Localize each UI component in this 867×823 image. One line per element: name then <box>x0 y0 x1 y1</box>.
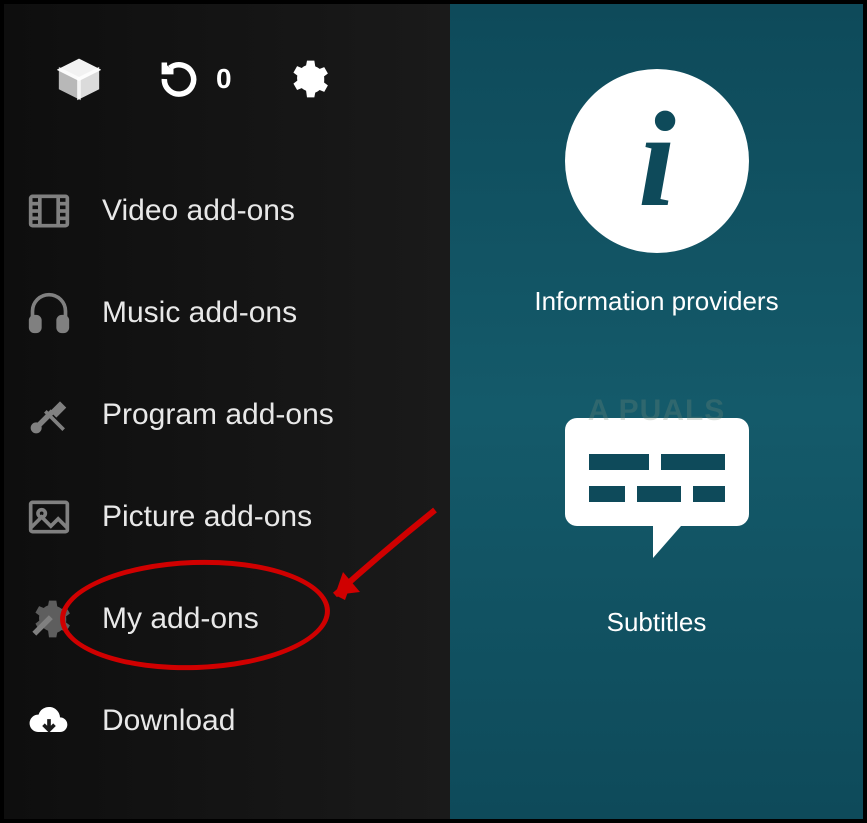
tile-label: Subtitles <box>607 607 707 638</box>
cloud-download-icon <box>24 696 74 746</box>
nav-label: Download <box>102 704 235 738</box>
image-icon <box>24 492 74 542</box>
box-icon <box>54 54 104 104</box>
nav-label: Music add-ons <box>102 296 297 330</box>
nav-picture-addons[interactable]: Picture add-ons <box>24 490 430 544</box>
tile-subtitles[interactable]: Subtitles <box>507 377 807 638</box>
settings-button[interactable] <box>282 54 332 104</box>
film-icon <box>24 186 74 236</box>
refresh-button[interactable]: 0 <box>154 54 232 104</box>
gear-icon <box>282 54 332 104</box>
box-button[interactable] <box>54 54 104 104</box>
nav-label: My add-ons <box>102 602 259 636</box>
tools-icon <box>24 390 74 440</box>
svg-text:i: i <box>638 85 676 235</box>
tile-label: Information providers <box>534 286 778 317</box>
subtitles-icon <box>552 377 762 587</box>
gear-tool-icon <box>24 594 74 644</box>
nav-label: Picture add-ons <box>102 500 312 534</box>
nav-label: Program add-ons <box>102 398 334 432</box>
info-icon: i <box>552 56 762 266</box>
refresh-count: 0 <box>216 63 232 95</box>
headphones-icon <box>24 288 74 338</box>
nav-download[interactable]: Download <box>24 694 430 748</box>
nav-music-addons[interactable]: Music add-ons <box>24 286 430 340</box>
nav-video-addons[interactable]: Video add-ons <box>24 184 430 238</box>
nav-list: Video add-ons Music add-ons <box>4 154 450 748</box>
nav-label: Video add-ons <box>102 194 295 228</box>
refresh-icon <box>154 54 204 104</box>
toolbar: 0 <box>4 24 450 154</box>
nav-my-addons[interactable]: My add-ons <box>24 592 430 646</box>
content-panel: A PUALS i Information providers <box>450 4 863 819</box>
sidebar: 0 Video <box>4 4 450 819</box>
nav-program-addons[interactable]: Program add-ons <box>24 388 430 442</box>
tile-information-providers[interactable]: i Information providers <box>507 56 807 317</box>
